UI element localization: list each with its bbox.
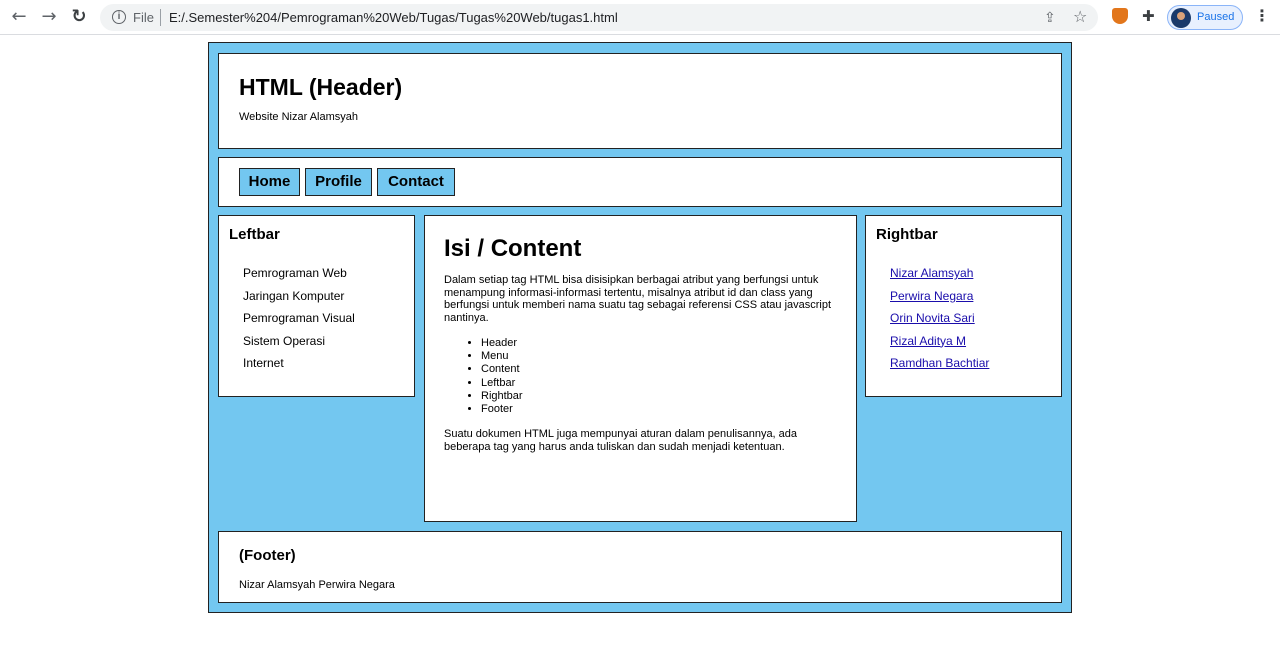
menu-dots-icon[interactable]: ⋮: [1254, 6, 1270, 25]
browser-toolbar: ← → ↻ i File E:/.Semester%204/Pemrograma…: [0, 0, 1280, 35]
content-paragraph: Dalam setiap tag HTML bisa disisipkan be…: [444, 274, 832, 324]
url-text[interactable]: E:/.Semester%204/Pemrograman%20Web/Tugas…: [169, 10, 618, 25]
address-bar[interactable]: i File E:/.Semester%204/Pemrograman%20We…: [100, 4, 1098, 31]
rightbar-list: Nizar Alamsyah Perwira Negara Orin Novit…: [890, 266, 989, 379]
puzzle-extensions-icon[interactable]: ✚: [1142, 7, 1155, 25]
star-icon[interactable]: ☆: [1073, 7, 1087, 26]
content-title: Isi / Content: [444, 235, 582, 262]
header-section: HTML (Header) Website Nizar Alamsyah: [218, 53, 1062, 149]
link-orin-novita-sari[interactable]: Orin Novita Sari: [890, 311, 975, 325]
content-paragraph-2: Suatu dokumen HTML juga mempunyai aturan…: [444, 428, 798, 453]
list-item: Pemrograman Web: [243, 266, 347, 280]
leftbar-title: Leftbar: [229, 226, 280, 243]
content-list: Header Menu Content Leftbar Rightbar Foo…: [481, 337, 523, 416]
content-section: Isi / Content Dalam setiap tag HTML bisa…: [424, 215, 857, 522]
list-item: Footer: [481, 403, 523, 416]
list-item: Leftbar: [481, 377, 523, 390]
divider: [160, 9, 161, 26]
menu-section: Home Profile Contact: [218, 157, 1062, 207]
list-item: Internet: [243, 356, 284, 370]
leftbar-list: Pemrograman Web Jaringan Komputer Pemrog…: [243, 266, 355, 379]
metamask-extension-icon[interactable]: [1112, 8, 1128, 24]
list-item: Menu: [481, 350, 523, 363]
list-item: Header: [481, 337, 523, 350]
header-title: HTML (Header): [239, 74, 403, 100]
link-nizar-alamsyah[interactable]: Nizar Alamsyah: [890, 266, 973, 280]
footer-title: (Footer): [239, 547, 296, 564]
list-item: Rightbar: [481, 390, 523, 403]
list-item: Rizal Aditya M: [890, 334, 989, 357]
link-rizal-aditya[interactable]: Rizal Aditya M: [890, 334, 966, 348]
link-perwira-negara[interactable]: Perwira Negara: [890, 289, 973, 303]
url-scheme-label: File: [133, 10, 154, 25]
list-item: Ramdhan Bachtiar: [890, 356, 989, 379]
list-item: Orin Novita Sari: [890, 311, 989, 334]
link-ramdhan-bachtiar[interactable]: Ramdhan Bachtiar: [890, 356, 989, 370]
list-item: Jaringan Komputer: [243, 288, 345, 303]
list-item: Content: [481, 363, 523, 376]
page-container: HTML (Header) Website Nizar Alamsyah Hom…: [208, 42, 1072, 613]
avatar: [1171, 8, 1191, 28]
info-icon[interactable]: i: [112, 10, 126, 24]
list-item: Nizar Alamsyah: [890, 266, 989, 289]
menu-item-contact[interactable]: Contact: [377, 168, 455, 196]
profile-button[interactable]: Paused: [1167, 5, 1243, 30]
footer-text: Nizar Alamsyah Perwira Negara: [239, 579, 395, 591]
share-icon[interactable]: ⇪: [1044, 9, 1056, 26]
rightbar-section: Rightbar Nizar Alamsyah Perwira Negara O…: [865, 215, 1062, 397]
list-item: Sistem Operasi: [243, 333, 326, 348]
profile-status: Paused: [1197, 11, 1235, 23]
rightbar-title: Rightbar: [876, 226, 938, 243]
menu-item-home[interactable]: Home: [239, 168, 300, 196]
menu-item-profile[interactable]: Profile: [305, 168, 372, 196]
list-item: Perwira Negara: [890, 289, 989, 312]
forward-icon[interactable]: →: [38, 6, 60, 28]
list-item: Pemrograman Visual: [243, 311, 355, 325]
leftbar-section: Leftbar Pemrograman Web Jaringan Kompute…: [218, 215, 415, 397]
back-icon[interactable]: ←: [8, 6, 30, 28]
header-subtitle: Website Nizar Alamsyah: [239, 111, 359, 123]
footer-section: (Footer) Nizar Alamsyah Perwira Negara: [218, 531, 1062, 603]
reload-icon[interactable]: ↻: [68, 6, 90, 28]
